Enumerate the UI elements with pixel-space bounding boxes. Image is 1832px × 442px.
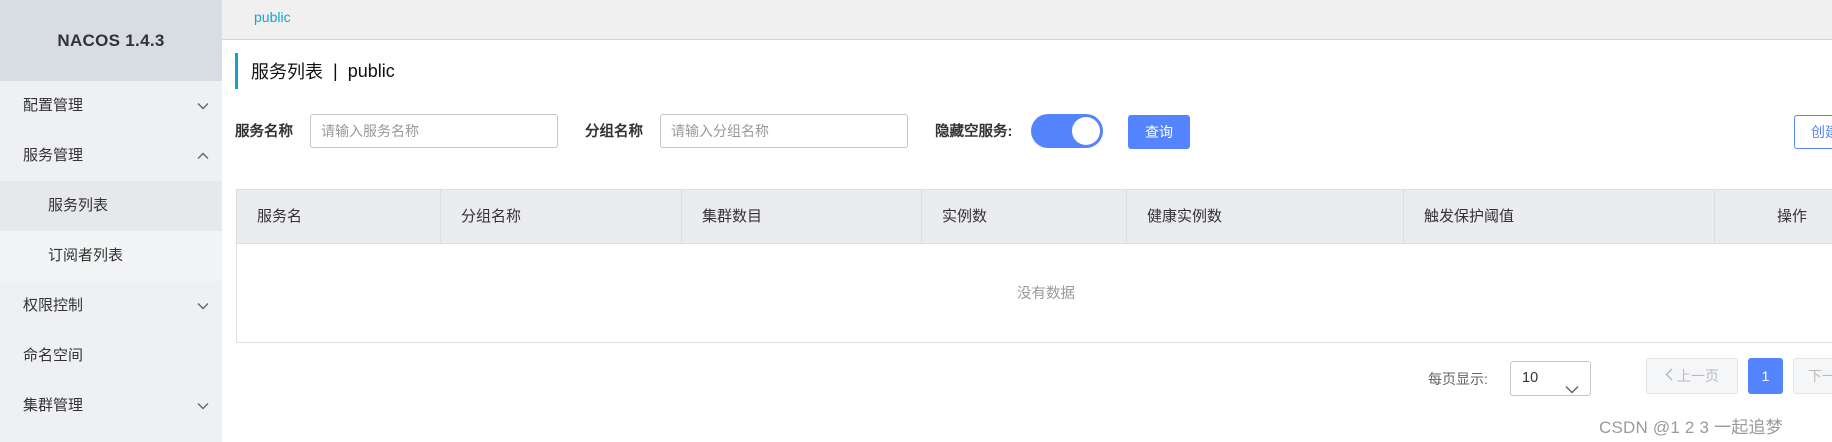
prev-page-button[interactable]: 上一页 — [1646, 358, 1738, 394]
sidebar-item-label: 服务管理 — [23, 147, 84, 164]
page-size-label: 每页显示: — [1428, 371, 1488, 387]
sidebar-item-service-management[interactable]: 服务管理 — [0, 131, 222, 181]
chevron-down-icon — [1565, 374, 1579, 407]
sidebar-item-service-list[interactable]: 服务列表 — [0, 181, 222, 231]
chevron-left-icon — [1665, 368, 1677, 384]
prev-page-label: 上一页 — [1677, 368, 1719, 384]
page-size-select[interactable]: 10 — [1510, 361, 1591, 396]
sidebar-item-access-control[interactable]: 权限控制 — [0, 281, 222, 331]
title-separator: | — [333, 60, 338, 81]
service-table: 服务名 分组名称 集群数目 实例数 健康实例数 触发保护阈值 操作 没有数据 — [236, 189, 1832, 343]
app-logo[interactable]: NACOS 1.4.3 — [0, 0, 222, 81]
sidebar-item-cluster-management[interactable]: 集群管理 — [0, 381, 222, 431]
column-header-service-name: 服务名 — [237, 190, 441, 243]
hide-empty-services-toggle[interactable] — [1031, 114, 1103, 148]
toggle-knob — [1072, 117, 1100, 145]
service-name-input[interactable] — [310, 114, 558, 148]
sidebar-item-label: 订阅者列表 — [48, 247, 124, 264]
query-button[interactable]: 查询 — [1128, 115, 1190, 149]
empty-table-message: 没有数据 — [1017, 286, 1075, 302]
next-page-button[interactable]: 下一页 — [1793, 358, 1832, 394]
namespace-bar: public — [222, 0, 1832, 40]
chevron-up-icon — [196, 131, 210, 181]
sidebar-item-config-management[interactable]: 配置管理 — [0, 81, 222, 131]
group-name-label: 分组名称 — [585, 124, 643, 140]
chevron-down-icon — [196, 81, 210, 131]
column-header-protect-threshold: 触发保护阈值 — [1404, 190, 1715, 243]
chevron-down-icon — [196, 381, 210, 431]
page-number-current[interactable]: 1 — [1748, 358, 1783, 394]
page-title-namespace: public — [347, 60, 395, 81]
page-size-value: 10 — [1522, 370, 1539, 386]
sidebar-item-label: 集群管理 — [23, 397, 84, 414]
page-title-text: 服务列表 — [251, 62, 323, 82]
column-header-actions: 操作 — [1776, 208, 1807, 225]
table-header: 服务名 分组名称 集群数目 实例数 健康实例数 触发保护阈值 操作 — [237, 190, 1832, 244]
service-name-label: 服务名称 — [235, 124, 293, 140]
namespace-link-public[interactable]: public — [254, 9, 291, 25]
hide-empty-services-label: 隐藏空服务: — [935, 124, 1013, 140]
next-page-label: 下一页 — [1808, 368, 1832, 384]
group-name-input[interactable] — [660, 114, 908, 148]
sidebar-item-label: 命名空间 — [23, 347, 84, 364]
page-title: 服务列表 | public — [235, 53, 395, 89]
sidebar-item-label: 配置管理 — [23, 97, 84, 114]
sidebar-menu: 配置管理 服务管理 服务列表 订阅者列表 权限控制 命名空间 集群管理 — [0, 81, 222, 431]
column-header-healthy-instance-count: 健康实例数 — [1127, 190, 1404, 243]
sidebar: NACOS 1.4.3 配置管理 服务管理 服务列表 订阅者列表 权限控制 命名… — [0, 0, 222, 442]
sidebar-item-subscriber-list[interactable]: 订阅者列表 — [0, 231, 222, 281]
column-header-cluster-count: 集群数目 — [682, 190, 922, 243]
chevron-down-icon — [196, 281, 210, 331]
sidebar-item-label: 服务列表 — [48, 197, 109, 214]
sidebar-item-label: 权限控制 — [23, 297, 84, 314]
column-header-instance-count: 实例数 — [922, 190, 1127, 243]
column-header-group-name: 分组名称 — [441, 190, 682, 243]
create-service-button[interactable]: 创建服务 — [1794, 115, 1832, 149]
sidebar-item-namespace[interactable]: 命名空间 — [0, 331, 222, 381]
watermark: CSDN @1 2 3 一起追梦 — [1599, 418, 1783, 437]
